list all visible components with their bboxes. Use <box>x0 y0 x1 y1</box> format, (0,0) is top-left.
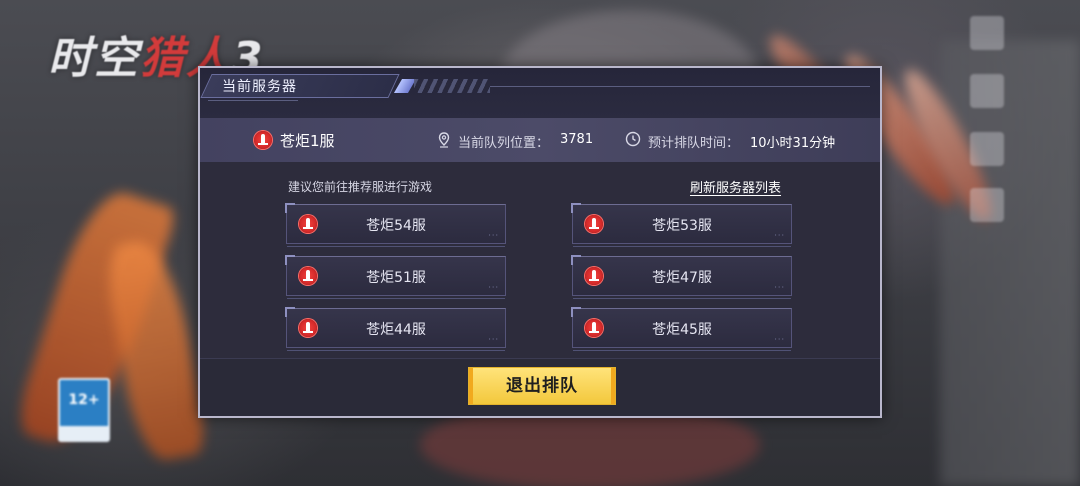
side-menu-icon <box>970 74 1004 108</box>
current-server-name: 苍炬1服 <box>280 132 335 150</box>
eta-label: 预计排队时间： <box>648 136 740 151</box>
server-button[interactable]: 苍炬54服 ··· <box>285 203 506 247</box>
server-label: 苍炬47服 <box>652 270 712 286</box>
server-label: 苍炬54服 <box>366 218 426 234</box>
side-menu-icon <box>970 132 1004 166</box>
refresh-server-list-link[interactable]: 刷新服务器列表 <box>690 177 781 196</box>
server-button[interactable]: 苍炬53服 ··· <box>571 203 792 247</box>
server-queue-dialog: 当前服务器 苍炬1服 当前队列位置： 3781 预计排队时间： 10小时31分钟… <box>198 66 882 418</box>
recommend-text: 建议您前往推荐服进行游戏 <box>288 180 433 194</box>
header-rule <box>208 100 298 101</box>
server-label: 苍炬44服 <box>366 322 426 338</box>
age-rating-badge: 12+ <box>58 378 110 442</box>
side-menu-icon <box>970 188 1004 222</box>
dialog-header: 当前服务器 <box>200 68 880 118</box>
backdrop-building <box>940 40 1080 486</box>
queue-position-label: 当前队列位置： <box>458 136 550 151</box>
header-rule <box>490 86 870 87</box>
clock-icon <box>625 131 641 147</box>
server-button[interactable]: 苍炬44服 ··· <box>285 307 506 351</box>
location-pin-icon <box>438 132 450 148</box>
eta-value: 10小时31分钟 <box>750 136 836 151</box>
dialog-title: 当前服务器 <box>222 79 297 95</box>
download-icon <box>970 16 1004 50</box>
server-label: 苍炬45服 <box>652 322 712 338</box>
server-label: 苍炬51服 <box>366 270 426 286</box>
header-stripes <box>414 79 490 93</box>
exit-queue-button[interactable]: 退出排队 <box>469 368 615 404</box>
server-button[interactable]: 苍炬47服 ··· <box>571 255 792 299</box>
server-flame-icon <box>254 131 272 149</box>
server-label: 苍炬53服 <box>652 218 712 234</box>
server-button[interactable]: 苍炬45服 ··· <box>571 307 792 351</box>
server-button[interactable]: 苍炬51服 ··· <box>285 255 506 299</box>
queue-position-value: 3781 <box>560 132 594 147</box>
header-decoration <box>393 79 417 93</box>
